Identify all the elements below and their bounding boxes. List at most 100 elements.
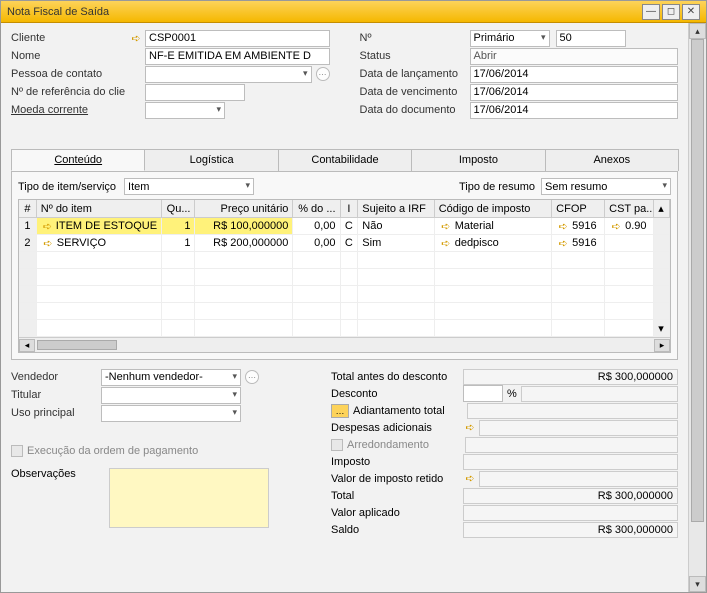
link-arrow-icon[interactable]: ➪ <box>129 31 143 45</box>
titular-select[interactable] <box>101 387 241 404</box>
grid-vscroll-top[interactable]: ▴ <box>654 200 670 218</box>
col-cst[interactable]: CST pa... <box>605 200 654 218</box>
col-item[interactable]: Nº do item <box>37 200 162 218</box>
total-antes-label: Total antes do desconto <box>331 371 463 383</box>
scroll-track[interactable] <box>689 39 706 576</box>
header-left-column: Cliente ➪ CSP0001 Nome NF-E EMITIDA EM A… <box>11 29 330 119</box>
minimize-button[interactable]: — <box>642 4 660 20</box>
grid-horizontal-scrollbar[interactable]: ◂ ▸ <box>19 337 670 352</box>
link-arrow-icon[interactable]: ➪ <box>463 472 477 486</box>
link-arrow-icon[interactable]: ➪ <box>609 219 623 233</box>
moeda-select[interactable] <box>145 102 225 119</box>
adiantamento-button[interactable]: … <box>331 404 349 418</box>
hscroll-thumb[interactable] <box>37 340 117 350</box>
scroll-up-icon[interactable]: ▴ <box>689 23 706 39</box>
link-arrow-icon[interactable]: ➪ <box>41 236 55 250</box>
link-arrow-icon[interactable]: ➪ <box>463 421 477 435</box>
lancamento-input[interactable]: 17/06/2014 <box>470 66 679 83</box>
contato-select[interactable] <box>145 66 312 83</box>
ref-label: Nº de referência do clie <box>11 86 129 98</box>
table-row[interactable]: 2 ➪SERVIÇO 1 R$ 200,000000 0,00 C Sim ➪d… <box>19 235 670 252</box>
grid-controls: Tipo de item/serviço Item Tipo de resumo… <box>18 178 671 195</box>
nota-fiscal-window: Nota Fiscal de Saída — ◻ ✕ ▴ ▾ Cliente ➪… <box>0 0 707 593</box>
desconto-label: Desconto <box>331 388 463 400</box>
col-tax[interactable]: Código de imposto <box>435 200 552 218</box>
documento-input[interactable]: 17/06/2014 <box>470 102 679 119</box>
adiantamento-value <box>467 403 678 419</box>
tab-conteudo[interactable]: Conteúdo <box>11 149 145 171</box>
vencimento-input[interactable]: 17/06/2014 <box>470 84 679 101</box>
table-row[interactable] <box>19 286 670 303</box>
tab-contabilidade[interactable]: Contabilidade <box>278 149 412 171</box>
items-grid[interactable]: # Nº do item Qu... Preço unitário % do .… <box>18 199 671 353</box>
link-arrow-icon[interactable]: ➪ <box>41 219 54 233</box>
vencimento-label: Data de vencimento <box>360 86 470 98</box>
vendedor-label: Vendedor <box>11 371 101 383</box>
titular-label: Titular <box>11 389 101 401</box>
header-right-column: Nº Primário 50 Status Abrir Data de lanç… <box>360 29 679 119</box>
observacoes-textarea[interactable] <box>109 468 269 528</box>
vendedor-select[interactable]: -Nenhum vendedor- <box>101 369 241 386</box>
link-arrow-icon[interactable]: ➪ <box>439 219 453 233</box>
table-row[interactable]: ▾ <box>19 320 670 337</box>
pct-label: % <box>503 388 521 400</box>
tipo-item-select[interactable]: Item <box>124 178 254 195</box>
conteudo-panel: Tipo de item/serviço Item Tipo de resumo… <box>11 172 678 360</box>
col-cfop[interactable]: CFOP <box>552 200 605 218</box>
imposto-retido-value <box>479 471 678 487</box>
contato-label: Pessoa de contato <box>11 68 129 80</box>
ref-input[interactable] <box>145 84 245 101</box>
moeda-label[interactable]: Moeda corrente <box>11 104 129 116</box>
uso-select[interactable] <box>101 405 241 422</box>
client-area: Cliente ➪ CSP0001 Nome NF-E EMITIDA EM A… <box>1 23 688 592</box>
totals-section: Total antes do desconto R$ 300,000000 Des… <box>331 368 678 538</box>
col-num[interactable]: # <box>19 200 37 218</box>
tipo-resumo-select[interactable]: Sem resumo <box>541 178 671 195</box>
saldo-label: Saldo <box>331 524 463 536</box>
col-i[interactable]: I <box>341 200 359 218</box>
scroll-right-icon[interactable]: ▸ <box>654 339 670 352</box>
close-button[interactable]: ✕ <box>682 4 700 20</box>
despesas-label: Despesas adicionais <box>331 422 463 434</box>
valor-aplicado-label: Valor aplicado <box>331 507 463 519</box>
contato-details-button[interactable]: ⋯ <box>316 67 330 81</box>
lancamento-label: Data de lançamento <box>360 68 470 80</box>
despesas-value[interactable] <box>479 420 678 436</box>
col-irf[interactable]: Sujeito a IRF <box>358 200 434 218</box>
scroll-down-icon[interactable]: ▾ <box>689 576 706 592</box>
hscroll-track[interactable] <box>35 339 654 351</box>
window-vertical-scrollbar[interactable]: ▴ ▾ <box>688 23 706 592</box>
col-pct[interactable]: % do ... <box>293 200 340 218</box>
no-type-select[interactable]: Primário <box>470 30 550 47</box>
scroll-left-icon[interactable]: ◂ <box>19 339 35 352</box>
table-row[interactable] <box>19 269 670 286</box>
link-arrow-icon[interactable]: ➪ <box>556 236 570 250</box>
link-arrow-icon[interactable]: ➪ <box>556 219 570 233</box>
tab-anexos[interactable]: Anexos <box>545 149 679 171</box>
grid-vscroll-bottom[interactable]: ▾ <box>654 320 670 337</box>
vendedor-details-button[interactable]: ⋯ <box>245 370 259 384</box>
link-arrow-icon[interactable]: ➪ <box>439 236 453 250</box>
table-row[interactable] <box>19 252 670 269</box>
col-price[interactable]: Preço unitário <box>195 200 293 218</box>
tab-logistica[interactable]: Logística <box>144 149 278 171</box>
tab-imposto[interactable]: Imposto <box>411 149 545 171</box>
status-label: Status <box>360 50 470 62</box>
total-value: R$ 300,000000 <box>463 488 678 504</box>
tipo-item-label: Tipo de item/serviço <box>18 181 116 193</box>
footer-area: Vendedor -Nenhum vendedor- ⋯ Titular Uso… <box>11 368 678 538</box>
imposto-retido-label: Valor de imposto retido <box>331 473 463 485</box>
desconto-pct-input[interactable] <box>463 385 503 402</box>
no-input[interactable]: 50 <box>556 30 626 47</box>
col-qty[interactable]: Qu... <box>162 200 195 218</box>
nome-input[interactable]: NF-E EMITIDA EM AMBIENTE D <box>145 48 330 65</box>
maximize-button[interactable]: ◻ <box>662 4 680 20</box>
scroll-thumb[interactable] <box>691 39 704 522</box>
desconto-value[interactable] <box>521 386 678 402</box>
table-row[interactable]: 1 ➪ITEM DE ESTOQUE 1 R$ 100,000000 0,00 … <box>19 218 670 235</box>
table-row[interactable] <box>19 303 670 320</box>
cliente-input[interactable]: CSP0001 <box>145 30 330 47</box>
imposto-value <box>463 454 678 470</box>
cliente-label: Cliente <box>11 32 129 44</box>
execucao-checkbox <box>11 445 23 457</box>
